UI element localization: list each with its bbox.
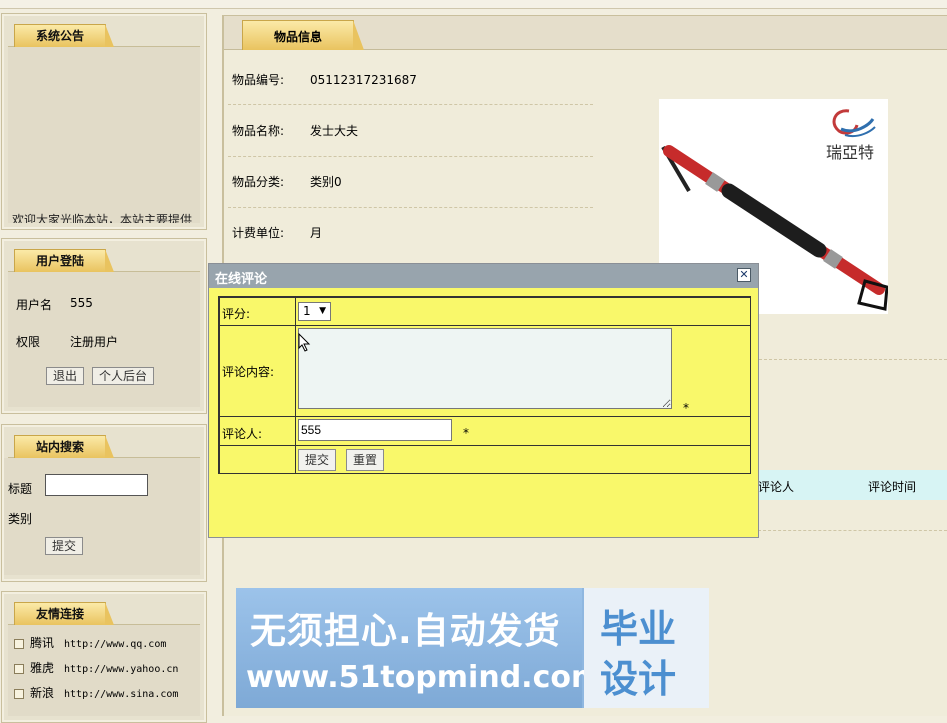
search-title-input[interactable] <box>45 474 148 496</box>
item-category-value: 类别0 <box>310 175 342 189</box>
link-item-qq[interactable]: 腾讯 http://www.qq.com <box>14 634 166 651</box>
link-name: 新浪 <box>30 686 55 700</box>
top-border <box>0 0 947 9</box>
notice-title: 系统公告 <box>14 24 114 47</box>
login-panel: 用户登陆 用户名 555 权限 注册用户 退出 个人后台 <box>1 238 207 414</box>
link-url: http://www.qq.com <box>64 639 167 650</box>
divider <box>228 104 593 105</box>
author-label: 评论人: <box>222 427 263 441</box>
link-bullet-icon <box>14 663 24 674</box>
banner-line2: www.51topmind.com <box>246 660 603 695</box>
banner-right: 毕业 设计 <box>584 588 709 708</box>
search-submit-button[interactable]: 提交 <box>45 537 84 555</box>
item-name-value: 发士大夫 <box>310 124 359 138</box>
content-required-mark: * <box>683 401 689 415</box>
links-title: 友情连接 <box>14 602 114 625</box>
score-label: 评分: <box>222 307 251 321</box>
role-label: 权限 <box>16 335 41 349</box>
link-name: 腾讯 <box>30 636 55 650</box>
brand-logo-icon <box>832 109 876 137</box>
close-icon[interactable]: ✕ <box>737 268 751 282</box>
dialog-titlebar: 在线评论 ✕ <box>209 264 758 288</box>
username-label: 用户名 <box>16 298 53 312</box>
search-panel: 站内搜索 标题 类别 提交 <box>1 424 207 582</box>
ad-banner[interactable]: 无须担心.自动发货 www.51topmind.com 毕业 设计 <box>236 588 709 708</box>
banner-right1: 毕业 <box>600 607 677 651</box>
item-name-label: 物品名称: <box>232 124 285 138</box>
form-cell <box>295 297 751 326</box>
item-id-label: 物品编号: <box>232 73 285 87</box>
content-label: 评论内容: <box>222 365 275 379</box>
item-unit-row: 计费单位: 月 <box>232 224 322 241</box>
role-value: 注册用户 <box>70 335 119 349</box>
item-unit-value: 月 <box>310 226 323 240</box>
comment-table-header: 评论人 评论时间 <box>758 470 947 500</box>
notice-panel: 系统公告 欢迎大家光临本站，本站主要提供 <box>1 13 207 230</box>
link-item-sina[interactable]: 新浪 http://www.sina.com <box>14 684 178 701</box>
links-panel: 友情连接 <box>1 591 207 723</box>
comment-author-col: 评论人 <box>758 480 795 494</box>
author-input[interactable] <box>298 419 452 441</box>
divider <box>758 530 947 531</box>
search-body: 标题 类别 提交 <box>4 458 200 575</box>
username-value: 555 <box>70 296 93 310</box>
search-category-label: 类别 <box>8 512 33 526</box>
comment-dialog: 在线评论 ✕ 评分: 1 ▼ 评论内容: * 评论人: * 提交 重置 <box>208 263 759 538</box>
item-category-label: 物品分类: <box>232 175 285 189</box>
item-name-row: 物品名称: 发士大夫 <box>232 122 358 139</box>
backend-button[interactable]: 个人后台 <box>92 367 155 385</box>
banner-line1: 无须担心.自动发货 <box>250 611 561 652</box>
item-info-tab: 物品信息 <box>242 20 364 50</box>
content-textarea[interactable] <box>298 328 672 409</box>
divider <box>228 207 593 208</box>
item-unit-label: 计费单位: <box>232 226 285 240</box>
link-url: http://www.sina.com <box>64 689 179 700</box>
brand-name: 瑞亞特 <box>826 143 874 162</box>
submit-button[interactable]: 提交 <box>298 449 337 471</box>
score-value: 1 <box>303 304 311 318</box>
link-url: http://www.yahoo.cn <box>64 664 179 675</box>
chevron-down-icon: ▼ <box>319 306 326 316</box>
search-title-label: 标题 <box>8 482 33 496</box>
item-id-row: 物品编号: 05112317231687 <box>232 71 417 88</box>
comment-form: 评分: 1 ▼ 评论内容: * 评论人: * 提交 重置 <box>218 296 751 474</box>
form-cell <box>219 445 296 474</box>
banner-right2: 设计 <box>600 657 677 701</box>
link-bullet-icon <box>14 688 24 699</box>
login-title: 用户登陆 <box>14 249 114 272</box>
dialog-title: 在线评论 <box>215 272 268 287</box>
links-tabbar: 友情连接 <box>8 598 200 625</box>
reset-button[interactable]: 重置 <box>346 449 385 471</box>
notice-body: 欢迎大家光临本站，本站主要提供 <box>8 47 200 223</box>
notice-scroll-text: 欢迎大家光临本站，本站主要提供 <box>12 213 192 223</box>
divider <box>754 359 947 360</box>
login-body: 用户名 555 权限 注册用户 退出 个人后台 <box>8 272 200 407</box>
link-bullet-icon <box>14 638 24 649</box>
logout-button[interactable]: 退出 <box>46 367 85 385</box>
item-id-value: 05112317231687 <box>310 73 417 87</box>
mouse-cursor-icon <box>298 333 311 352</box>
login-tabbar: 用户登陆 <box>8 245 200 272</box>
item-category-row: 物品分类: 类别0 <box>232 173 342 190</box>
notice-tabbar: 系统公告 <box>8 20 200 47</box>
author-required-mark: * <box>463 426 469 440</box>
divider <box>228 156 593 157</box>
banner-left: 无须担心.自动发货 www.51topmind.com <box>236 588 602 708</box>
link-name: 雅虎 <box>30 661 55 675</box>
search-tabbar: 站内搜索 <box>8 431 200 458</box>
link-item-yahoo[interactable]: 雅虎 http://www.yahoo.cn <box>14 659 178 676</box>
score-select[interactable]: 1 ▼ <box>298 302 331 321</box>
comment-time-col: 评论时间 <box>868 480 917 494</box>
search-title: 站内搜索 <box>14 435 114 458</box>
